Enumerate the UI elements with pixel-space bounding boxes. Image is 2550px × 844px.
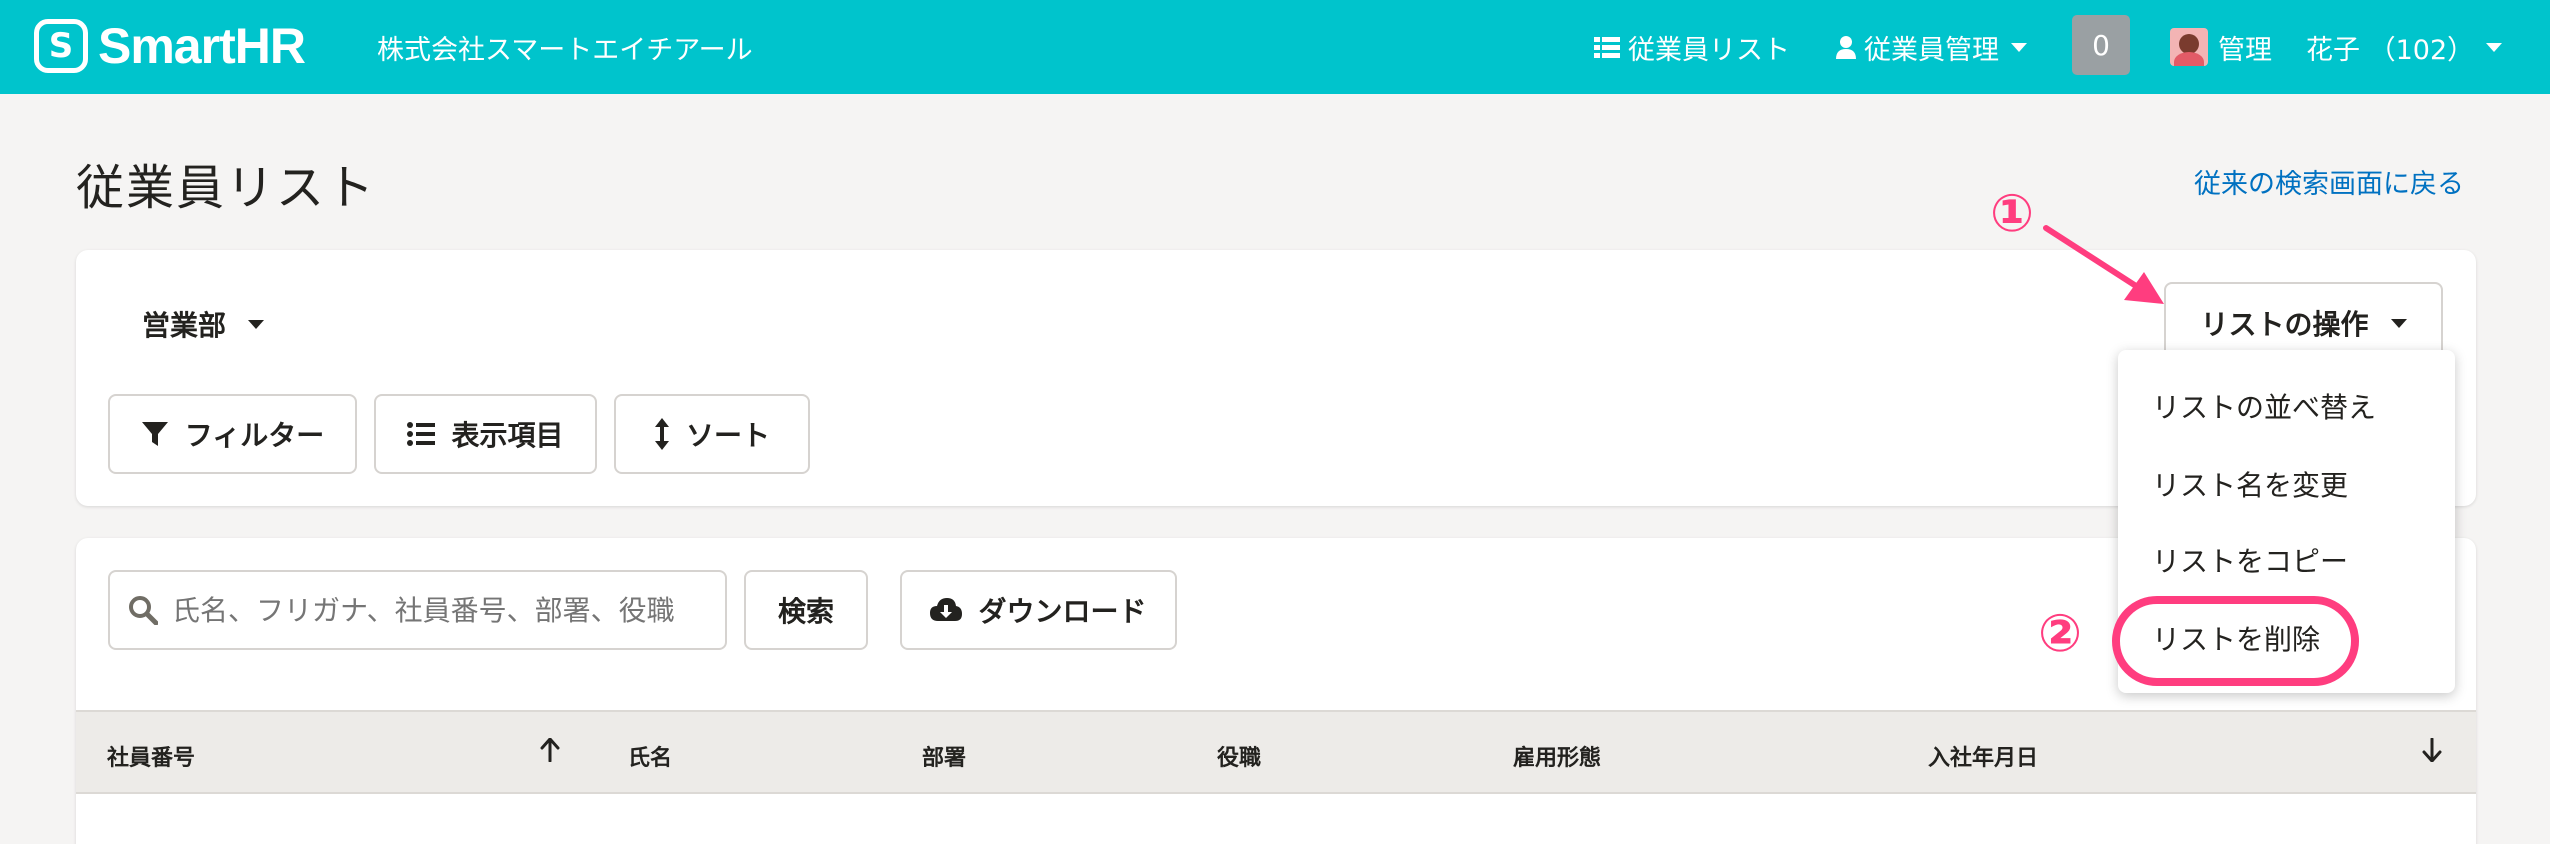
logo-mark-icon: S [34,19,88,73]
chevron-down-icon [248,319,265,329]
sort-arrows-icon [654,418,669,450]
smarthr-logo[interactable]: S SmartHR [34,16,306,76]
top-bar: S SmartHR 株式会社スマートエイチアール 従業員リスト 従業員管理 0 … [0,0,2550,94]
nav-employee-management-label: 従業員管理 [1864,34,1999,66]
page-title: 従業員リスト [76,160,377,216]
menu-item-reorder-lists[interactable]: リストの並べ替え [2152,386,2376,426]
step-2-marker: ② [2038,604,2083,664]
nav-employee-list-label: 従業員リスト [1628,34,1790,66]
search-button-label: 検索 [777,595,834,628]
logo-text: SmartHR [98,18,306,74]
nav-employee-list[interactable]: 従業員リスト [1594,0,1790,94]
arrow-down-icon[interactable] [2422,738,2442,762]
filter-button[interactable]: フィルター [108,394,357,474]
display-columns-button[interactable]: 表示項目 [374,394,597,474]
download-button[interactable]: ダウンロード [900,570,1177,650]
sort-button[interactable]: ソート [614,394,810,474]
column-header-hire-date[interactable]: 入社年月日 [1928,740,2038,772]
step-1-marker: ① [1990,184,2035,244]
cloud-download-icon [930,598,963,621]
table-header: 社員番号 氏名 部署 役職 雇用形態 入社年月日 [76,710,2476,794]
delete-list-highlight [2112,596,2359,686]
filter-label: フィルター [184,419,325,452]
list-selector-label: 営業部 [142,309,227,342]
annotation-arrow-icon [2043,225,2164,304]
column-header-employee-number[interactable]: 社員番号 [107,740,195,772]
column-header-employment-type[interactable]: 雇用形態 [1513,740,1601,772]
menu-item-copy-list[interactable]: リストをコピー [2152,540,2348,580]
chevron-down-icon [2011,42,2027,52]
download-label: ダウンロード [978,595,1147,628]
search-icon [129,596,158,625]
sort-label: ソート [685,419,770,452]
avatar [2170,28,2208,66]
back-to-classic-search-link[interactable]: 従来の検索画面に戻る [2194,162,2464,201]
menu-item-rename-list[interactable]: リスト名を変更 [2152,464,2348,504]
search-button[interactable]: 検索 [744,570,868,650]
user-menu[interactable]: 管理 花子 （102） [2170,0,2503,94]
company-name: 株式会社スマートエイチアール [377,35,753,66]
notification-badge[interactable]: 0 [2072,15,2130,75]
list-icon [407,422,436,446]
column-header-department[interactable]: 部署 [922,740,966,772]
display-columns-label: 表示項目 [451,419,564,452]
list-icon [1594,37,1620,58]
filter-icon [141,422,168,446]
list-selector[interactable]: 営業部 [142,304,265,344]
column-header-name[interactable]: 氏名 [628,740,672,772]
search-input[interactable] [108,570,727,650]
user-name: 花子 （102） [2306,34,2475,66]
user-role: 管理 [2218,34,2272,66]
chevron-down-icon [2390,318,2407,328]
arrow-up-icon[interactable] [540,738,560,762]
chevron-down-icon [2486,42,2503,52]
column-header-position[interactable]: 役職 [1217,740,1261,772]
nav-employee-management[interactable]: 従業員管理 [1836,0,2027,94]
list-operations-label: リストの操作 [2200,308,2369,341]
user-icon [1836,36,1856,59]
